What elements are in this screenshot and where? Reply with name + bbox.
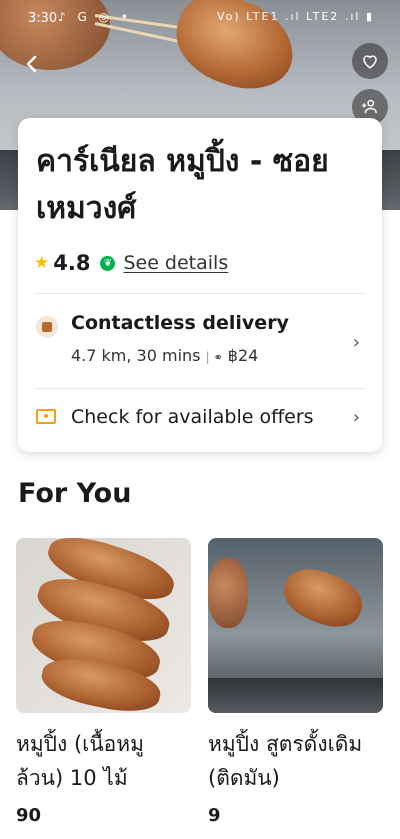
heart-icon: [363, 55, 377, 69]
star-icon: ★: [34, 253, 50, 273]
section-title: For You: [18, 478, 132, 509]
rating-row: ★ 4.8 ❦ See details: [34, 248, 228, 278]
offers-label: Check for available offers: [71, 406, 314, 428]
menu-item-name: หมูปิ้ง สูตรดั้งเดิม (ติดมัน): [208, 732, 363, 790]
delivery-info: 4.7 km, 30 mins | ⚭ ฿24: [71, 346, 258, 365]
ticket-icon: [36, 409, 56, 424]
delivery-icon: [36, 316, 58, 338]
menu-item-price: 9: [208, 805, 221, 826]
back-arrow-glyph: [26, 55, 37, 73]
restaurant-name: คาร์เนียล หมูปิ้ง - ซอยเหมวงศ์: [36, 144, 329, 226]
menu-item-price: 90: [16, 805, 42, 826]
menu-item-name: หมูปิ้ง (เนื้อหมูล้วน) 10 ไม้: [16, 732, 144, 790]
status-bar: 3:30 ♪ G ◎ • Vo) LTE1 .ıl LTE2 .ıl ▮: [0, 0, 400, 34]
status-signal-icons: Vo) LTE1 .ıl LTE2 .ıl ▮: [216, 10, 374, 23]
meat-shape: [276, 559, 370, 637]
leaf-icon: ❦: [100, 255, 116, 271]
delivery-row[interactable]: Contactless delivery 4.7 km, 30 mins | ⚭…: [18, 304, 382, 388]
menu-item-card[interactable]: หมูปิ้ง (เนื้อหมูล้วน) 10 ไม้ 90: [16, 538, 191, 826]
status-app-icons: ♪ G ◎ •: [58, 10, 132, 24]
chevron-right-icon: ›: [352, 332, 360, 353]
hand-shape: [208, 558, 248, 628]
delivery-title: Contactless delivery: [71, 312, 289, 334]
offers-row[interactable]: Check for available offers ›: [18, 390, 382, 450]
delivery-fee: ฿24: [227, 346, 259, 365]
menu-item-image: [16, 538, 191, 713]
delivery-distance-time: 4.7 km, 30 mins: [71, 346, 201, 365]
back-arrow-icon[interactable]: [16, 48, 48, 80]
add-people-icon: [362, 99, 377, 114]
chevron-right-icon: ›: [352, 407, 360, 428]
see-details-link[interactable]: See details: [123, 252, 228, 274]
menu-item-image: [208, 538, 383, 713]
status-time: 3:30: [28, 11, 58, 26]
divider: [34, 388, 366, 389]
divider: [34, 293, 366, 294]
delivery-icon-box: [42, 322, 52, 332]
rating-value: 4.8: [53, 251, 91, 275]
grill-shape: [208, 678, 383, 713]
menu-item-card[interactable]: หมูปิ้ง สูตรดั้งเดิม (ติดมัน) 9: [208, 538, 383, 826]
favorite-button[interactable]: [352, 43, 388, 79]
restaurant-info-card: คาร์เนียล หมูปิ้ง - ซอยเหมวงศ์ ★ 4.8 ❦ S…: [18, 118, 382, 452]
motorbike-icon: ⚭: [213, 351, 223, 364]
